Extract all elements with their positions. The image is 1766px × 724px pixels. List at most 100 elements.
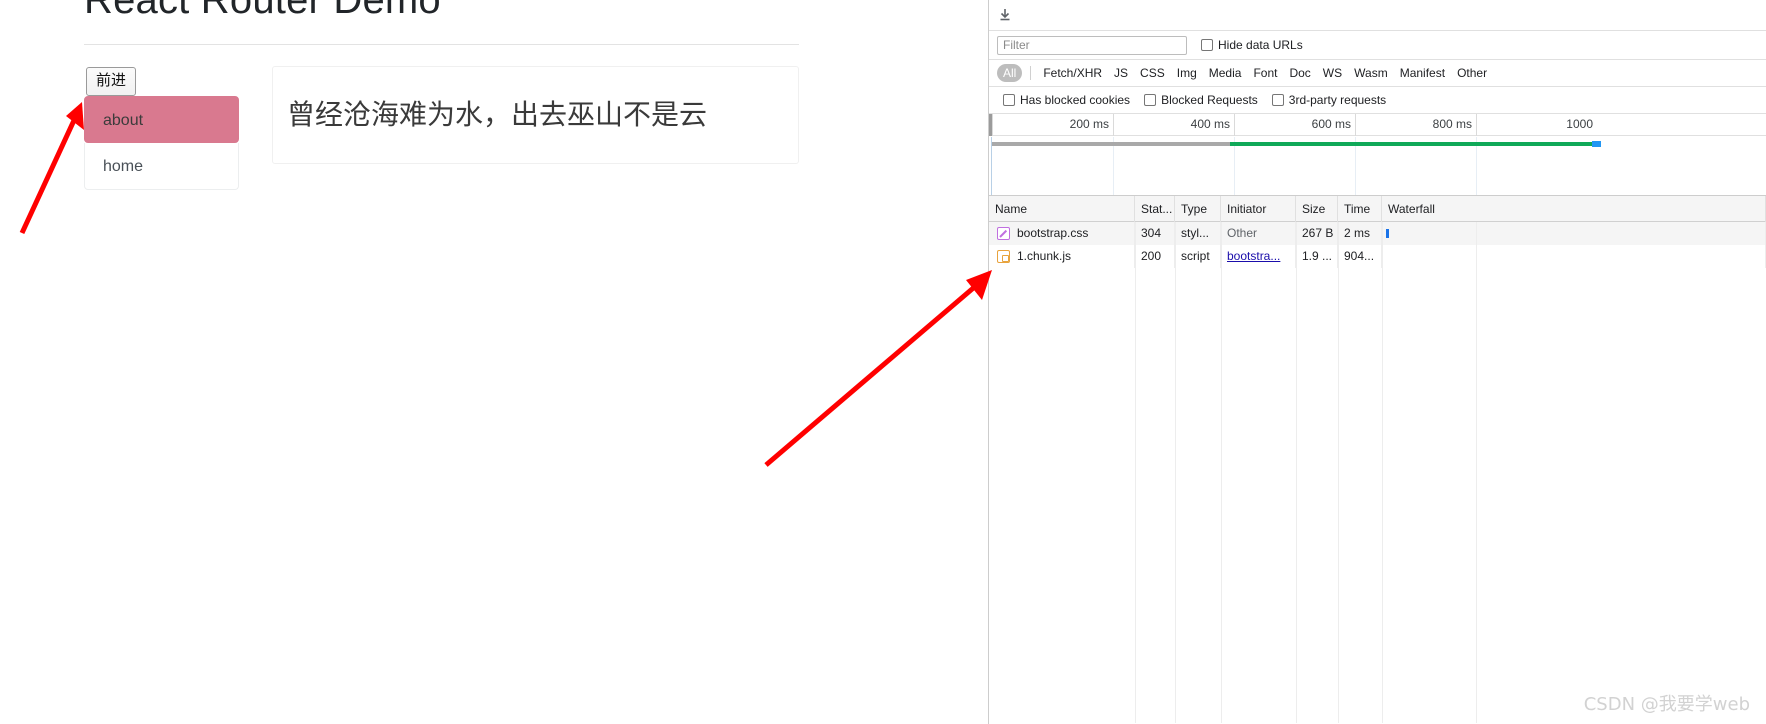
column-header-initiator[interactable]: Initiator — [1221, 195, 1296, 222]
overview-tick-label: 1000 — [1566, 117, 1593, 131]
column-header-time[interactable]: Time — [1338, 195, 1382, 222]
initiator-link[interactable]: bootstra... — [1227, 249, 1280, 263]
has-blocked-cookies-checkbox[interactable] — [1003, 94, 1015, 106]
watermark: CSDN @我要学web — [1583, 694, 1750, 715]
has-blocked-cookies-label[interactable]: Has blocked cookies — [1020, 93, 1130, 107]
download-icon[interactable] — [997, 7, 1013, 23]
third-party-requests-checkbox[interactable] — [1271, 94, 1284, 106]
overview-tick-label: 400 ms — [1190, 117, 1230, 131]
column-header-status[interactable]: Stat... — [1135, 195, 1175, 222]
request-name: bootstrap.css — [1017, 226, 1089, 240]
forward-button[interactable]: 前进 — [86, 67, 137, 96]
blocked-requests-label[interactable]: Blocked Requests — [1161, 93, 1258, 107]
type-filter-media[interactable]: Media — [1203, 64, 1248, 82]
column-header-type[interactable]: Type — [1175, 195, 1221, 222]
type-filter-other[interactable]: Other — [1451, 64, 1493, 82]
table-gridline — [1135, 222, 1136, 723]
overview-tick-label: 800 ms — [1432, 117, 1472, 131]
has-blocked-cookies-row[interactable]: Has blocked cookies — [1003, 93, 1130, 107]
type-filter-img[interactable]: Img — [1171, 64, 1203, 82]
overview-tick-label: 600 ms — [1311, 117, 1351, 131]
content-text: 曾经沧海难为水，出去巫山不是云 — [287, 98, 708, 131]
overview-tick: 800 ms — [1355, 114, 1476, 136]
blocked-requests-row[interactable]: Blocked Requests — [1144, 93, 1258, 107]
dom-event-marker — [1592, 141, 1601, 147]
overview-tick: 600 ms — [1234, 114, 1355, 136]
request-size: 267 B — [1296, 222, 1338, 245]
devtools-filter-bar: Hide data URLs — [989, 31, 1766, 60]
request-time: 2 ms — [1338, 222, 1382, 245]
type-filter-fetch-xhr[interactable]: Fetch/XHR — [1037, 64, 1108, 82]
type-filter-wasm[interactable]: Wasm — [1348, 64, 1394, 82]
devtools-toolbar — [989, 0, 1766, 31]
request-name-cell[interactable]: 1.chunk.js — [989, 245, 1135, 268]
request-name-cell[interactable]: bootstrap.css — [989, 222, 1135, 245]
blocked-requests-checkbox[interactable] — [1144, 94, 1157, 106]
table-row[interactable]: 1.chunk.js 200 script bootstra... 1.9 ..… — [989, 245, 1766, 268]
overview-tick-label: 200 ms — [1069, 117, 1109, 131]
request-initiator: Other — [1221, 222, 1296, 245]
type-filter-ws[interactable]: WS — [1317, 64, 1348, 82]
type-filter-doc[interactable]: Doc — [1283, 64, 1316, 82]
overview-tick: 1000 — [1476, 114, 1597, 136]
nav-item-label: about — [103, 112, 144, 129]
web-page-pane: React Router Demo 前进 about home 曾经沧海难为水，… — [0, 0, 988, 724]
request-filter-bar: Has blocked cookies Blocked Requests 3rd… — [989, 87, 1766, 114]
third-party-requests-label[interactable]: 3rd-party requests — [1289, 93, 1386, 107]
request-size: 1.9 ... — [1296, 245, 1338, 268]
type-filter-js[interactable]: JS — [1108, 64, 1134, 82]
resource-type-filter-bar: All Fetch/XHR JS CSS Img Media Font Doc … — [989, 60, 1766, 87]
nav-item-label: home — [103, 158, 144, 175]
overview-tick: 400 ms — [1113, 114, 1234, 136]
hide-data-urls-label[interactable]: Hide data URLs — [1218, 38, 1303, 52]
nav-item-home[interactable]: home — [84, 143, 239, 190]
stylesheet-icon — [997, 227, 1010, 240]
table-gridline — [1221, 222, 1222, 723]
filter-input[interactable] — [997, 35, 1187, 55]
request-waterfall — [1382, 222, 1766, 245]
page-title: React Router Demo — [84, 0, 441, 22]
type-filter-css[interactable]: CSS — [1134, 64, 1171, 82]
title-divider — [84, 44, 799, 45]
nav-item-about[interactable]: about — [84, 96, 239, 143]
request-type: script — [1175, 245, 1221, 268]
content-card: 曾经沧海难为水，出去巫山不是云 — [272, 66, 799, 164]
nav-list: about home — [84, 96, 239, 190]
request-initiator[interactable]: bootstra... — [1221, 245, 1296, 268]
network-overview-timeline[interactable]: 200 ms 400 ms 600 ms 800 ms 1000 — [989, 114, 1766, 196]
column-header-waterfall[interactable]: Waterfall — [1382, 195, 1766, 222]
request-name: 1.chunk.js — [1017, 249, 1072, 263]
type-filter-all[interactable]: All — [997, 64, 1023, 82]
table-gridline — [1338, 222, 1339, 723]
request-type: styl... — [1175, 222, 1221, 245]
table-gridline — [1382, 222, 1383, 723]
waterfall-bar — [1386, 229, 1389, 238]
request-time: 904... — [1338, 245, 1382, 268]
request-status: 304 — [1135, 222, 1175, 245]
hide-data-urls-checkbox[interactable] — [1201, 39, 1213, 51]
network-requests-table: Name Stat... Type Initiator Size Time Wa… — [989, 195, 1766, 723]
type-filter-divider — [1030, 66, 1032, 80]
script-icon — [997, 250, 1010, 263]
third-party-requests-row[interactable]: 3rd-party requests — [1271, 93, 1386, 107]
overview-tick: 200 ms — [992, 114, 1113, 136]
table-header-row: Name Stat... Type Initiator Size Time Wa… — [989, 195, 1766, 222]
request-waterfall — [1382, 245, 1766, 268]
devtools-network-panel: Hide data URLs All Fetch/XHR JS CSS Img … — [988, 0, 1766, 724]
table-gridline — [1175, 222, 1176, 723]
table-row[interactable]: bootstrap.css 304 styl... Other 267 B 2 … — [989, 222, 1766, 245]
request-status: 200 — [1135, 245, 1175, 268]
hide-data-urls-row[interactable]: Hide data URLs — [1201, 38, 1303, 52]
screenshot-root: React Router Demo 前进 about home 曾经沧海难为水，… — [0, 0, 1766, 724]
type-filter-font[interactable]: Font — [1247, 64, 1283, 82]
table-grid-overlay — [989, 196, 1766, 723]
overview-tick-row: 200 ms 400 ms 600 ms 800 ms 1000 — [989, 114, 1766, 136]
table-gridline — [1476, 222, 1477, 723]
column-header-size[interactable]: Size — [1296, 195, 1338, 222]
idle-network-bar — [992, 142, 1230, 146]
overview-band[interactable] — [989, 137, 1766, 195]
type-filter-manifest[interactable]: Manifest — [1394, 64, 1451, 82]
active-network-bar — [1230, 142, 1592, 146]
column-header-name[interactable]: Name — [989, 195, 1135, 222]
table-gridline — [1296, 222, 1297, 723]
